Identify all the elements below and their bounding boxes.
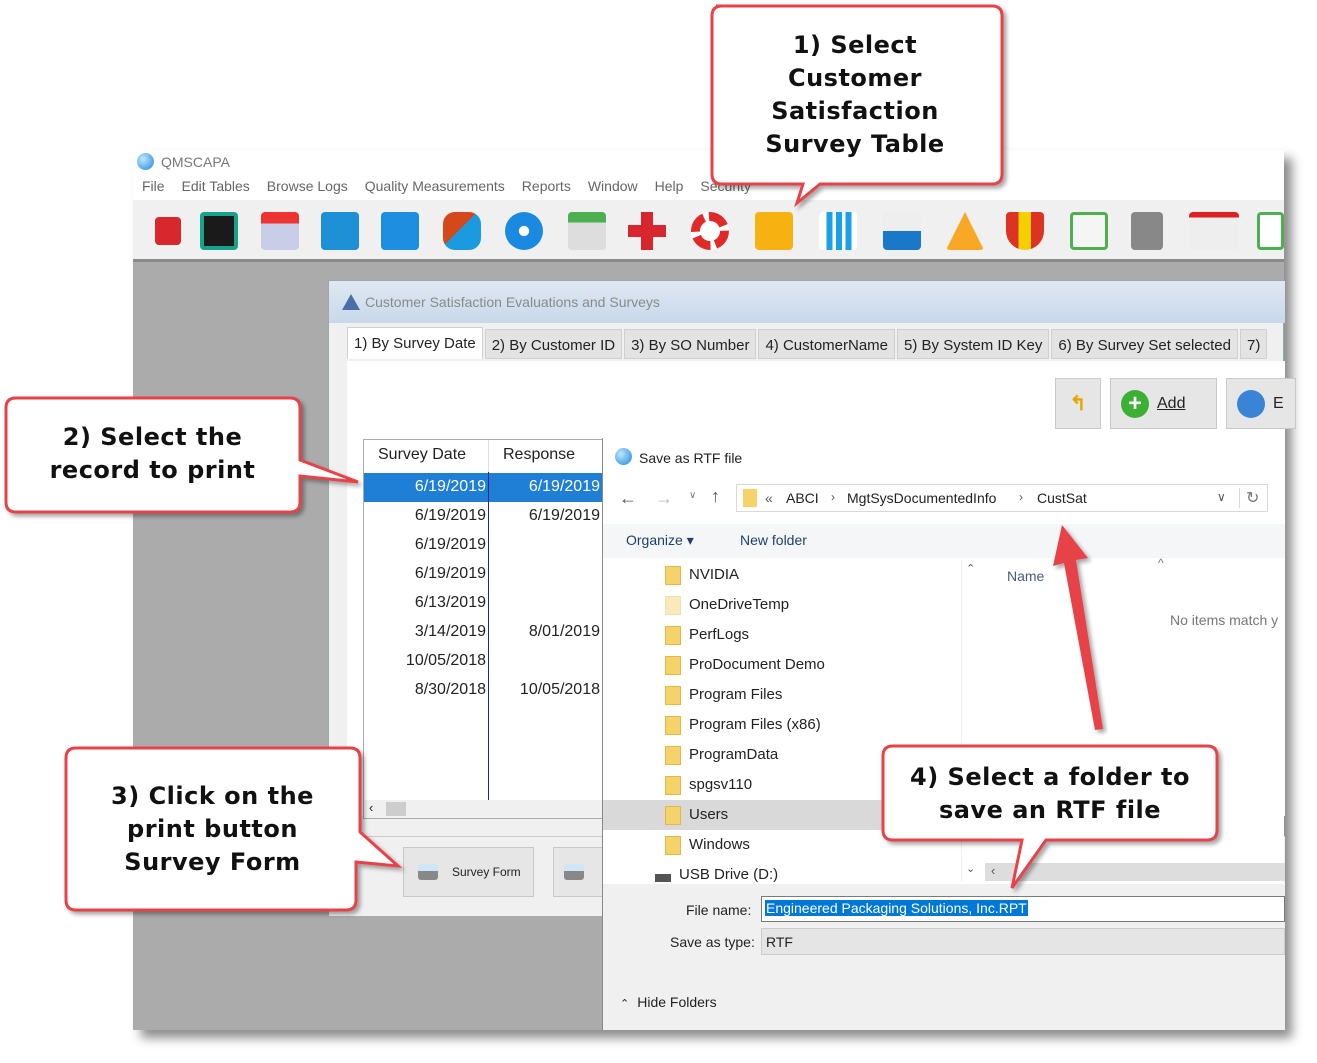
callout-3-text: 3) Click on the print button Survey Form — [111, 782, 314, 876]
red-arrow — [1053, 525, 1103, 730]
annotation-overlay — [4, 4, 1219, 912]
callout-2-text: 2) Select the record to print — [49, 423, 256, 484]
callout-1-text: 1) Select Customer Satisfaction Survey T… — [765, 31, 945, 158]
callout-4-text: 4) Select a folder to save an RTF file — [910, 763, 1190, 824]
